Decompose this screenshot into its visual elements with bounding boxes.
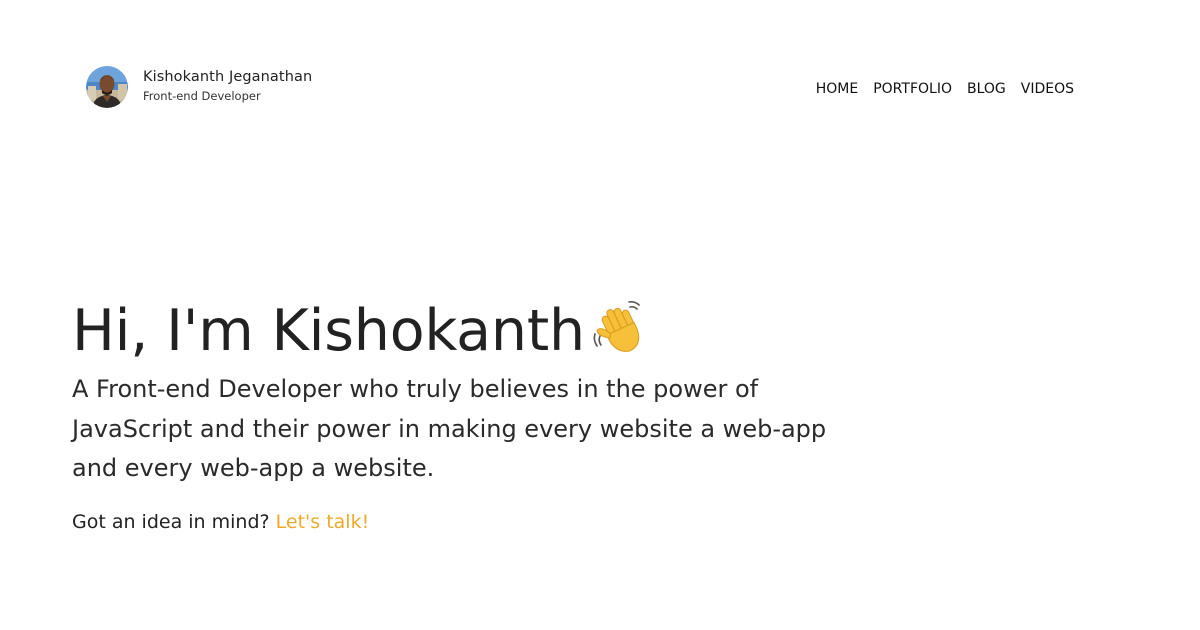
nav-home[interactable]: HOME — [816, 80, 858, 98]
lets-talk-link[interactable]: Let's talk! — [276, 511, 370, 533]
nav-videos[interactable]: VIDEOS — [1021, 80, 1074, 98]
nav-blog[interactable]: BLOG — [967, 80, 1006, 98]
hero-cta: Got an idea in mind? Let's talk! — [72, 509, 852, 535]
hero-description: A Front-end Developer who truly believes… — [72, 375, 827, 482]
brand[interactable]: Kishokanth Jeganathan Front-end Develope… — [86, 66, 312, 108]
brand-role: Front-end Developer — [143, 89, 261, 103]
page: Kishokanth Jeganathan Front-end Develope… — [0, 0, 1200, 630]
brand-text: Kishokanth Jeganathan Front-end Develope… — [143, 67, 312, 105]
avatar[interactable] — [86, 66, 128, 108]
hero-title-row: Hi, I'm Kishokanth — [72, 296, 852, 366]
nav-portfolio[interactable]: PORTFOLIO — [873, 80, 952, 98]
profile-photo-icon — [86, 66, 128, 108]
cta-prefix: Got an idea in mind? — [72, 510, 270, 533]
hero-title: Hi, I'm Kishokanth — [72, 298, 585, 364]
brand-name[interactable]: Kishokanth Jeganathan — [143, 67, 312, 87]
hero: Hi, I'm Kishokanth A Front-end Developer… — [72, 296, 852, 535]
main-nav: HOME PORTFOLIO BLOG VIDEOS — [816, 80, 1074, 98]
waving-hand-icon — [589, 296, 653, 360]
